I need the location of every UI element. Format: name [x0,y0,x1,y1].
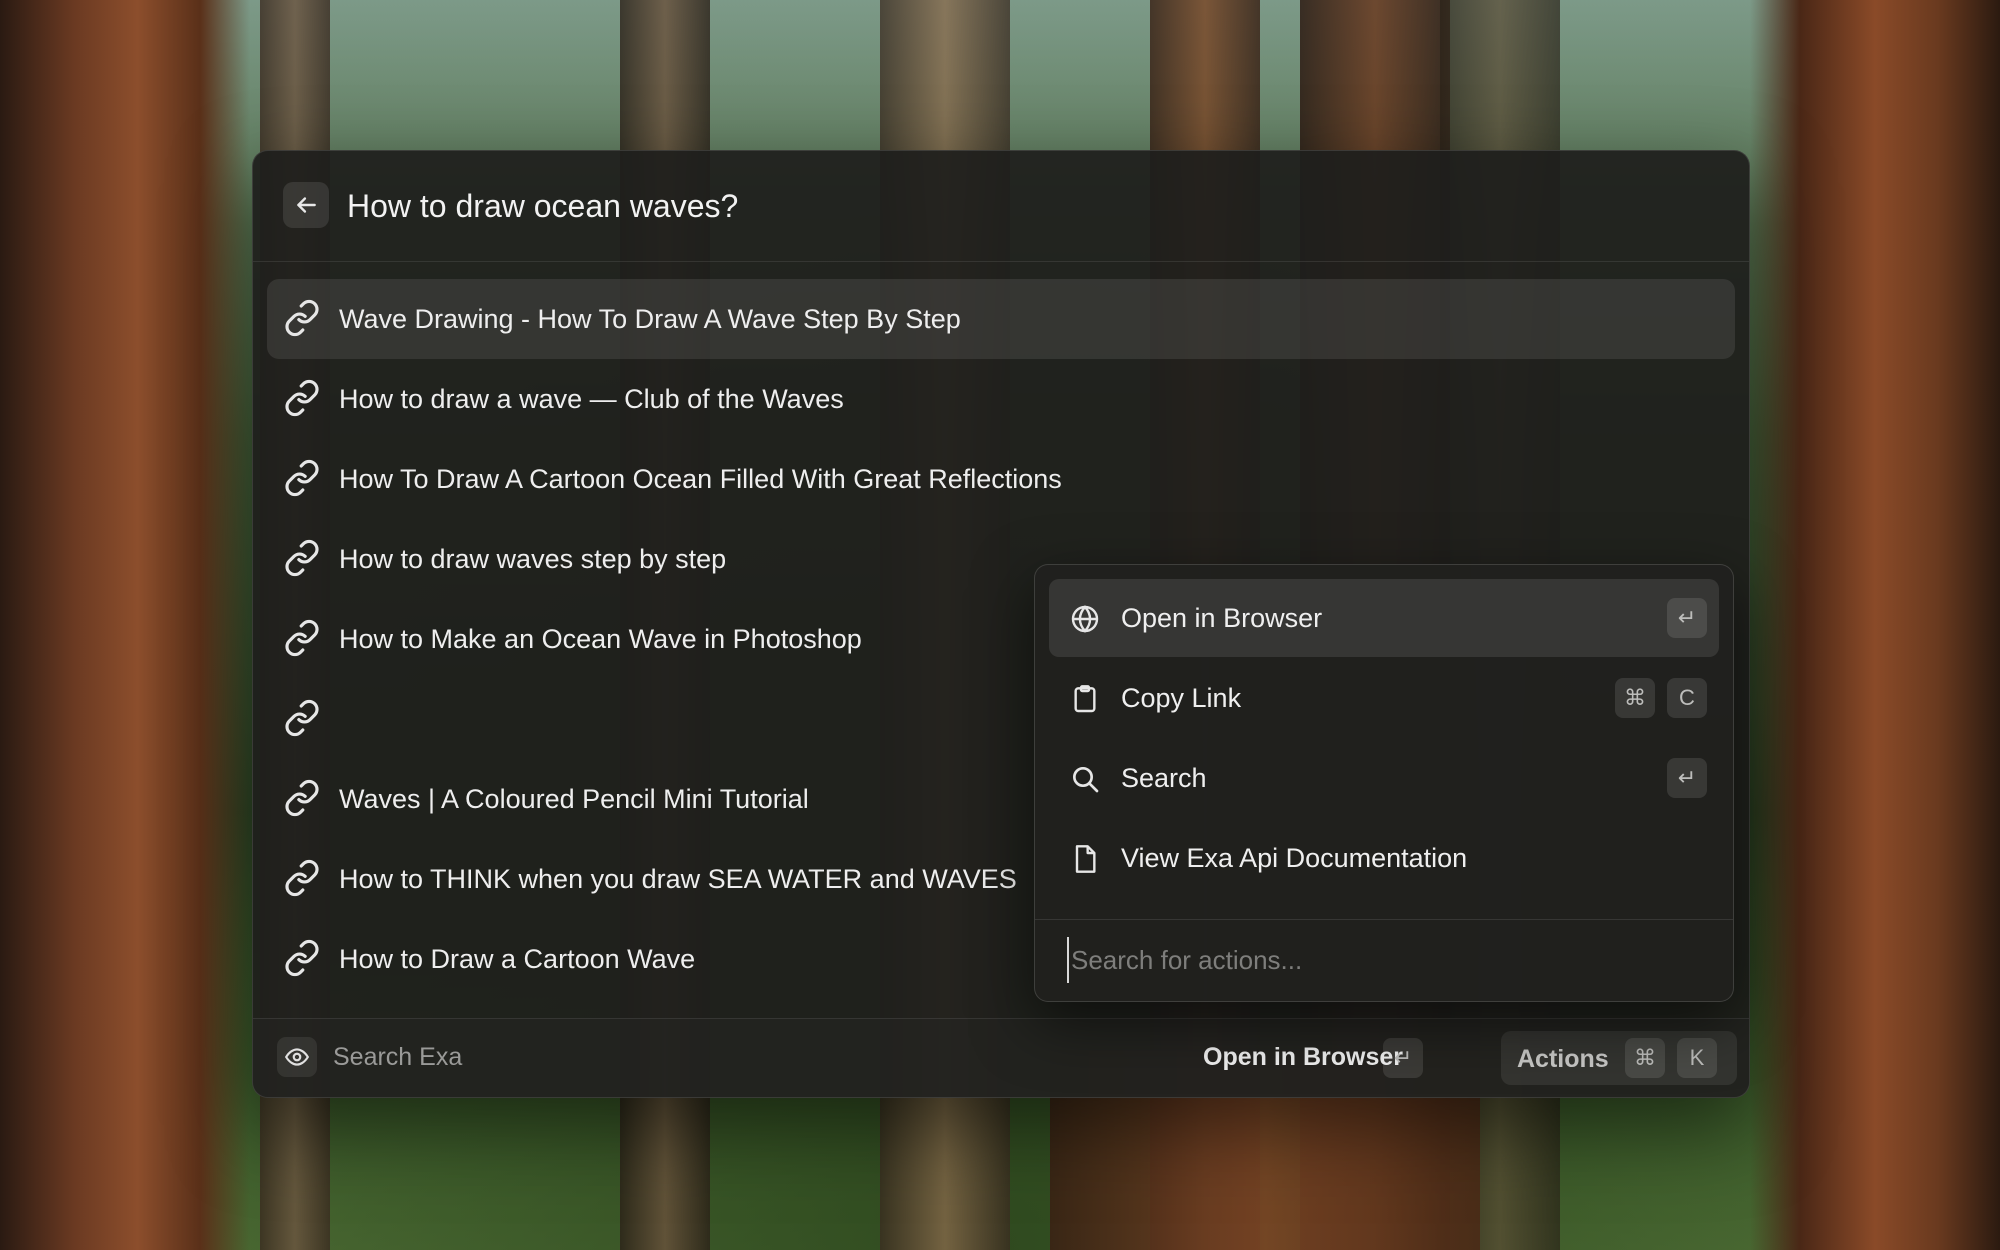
link-icon [283,539,321,579]
actions-button[interactable]: Actions ⌘ K [1501,1031,1737,1085]
link-icon [283,619,321,659]
actions-popover: Open in Browser ↵ Copy Link ⌘ C Search ↵ View E… [1034,564,1734,1002]
action-label: Copy Link [1121,683,1242,713]
shortcut-key: ⌘ [1615,678,1655,718]
document-icon [1069,843,1101,875]
action-bar: Search Exa Open in Browser ↵ Actions ⌘ K [253,1018,1749,1097]
action-search-input[interactable] [1067,937,1693,983]
action-open-in-browser[interactable]: Open in Browser ↵ [1049,579,1719,657]
actions-label: Actions [1517,1045,1609,1073]
divider [1035,919,1733,920]
action-label: Search [1121,763,1207,793]
result-title: How to THINK when you draw SEA WATER and… [339,863,1017,894]
search-icon [1069,763,1101,795]
search-header: How to draw ocean waves? [253,151,1749,262]
background-tree [1750,0,2000,1250]
result-title: How to draw waves step by step [339,543,727,574]
result-row[interactable]: Wave Drawing - How To Draw A Wave Step B… [267,279,1735,359]
extension-logo [277,1037,317,1077]
action-label: Open in Browser [1121,603,1323,633]
link-icon [283,779,321,819]
extension-title: Search Exa [333,1043,463,1071]
shortcut-key: ↵ [1667,758,1707,798]
primary-action-button[interactable]: Open in Browser [1203,1043,1403,1072]
result-title: How To Draw A Cartoon Ocean Filled With … [339,463,1062,494]
result-title: Waves | A Coloured Pencil Mini Tutorial [339,783,809,814]
background-tree [0,0,250,1250]
link-icon [283,459,321,499]
exa-eye-icon [284,1048,310,1066]
result-title: How to draw a wave — Club of the Waves [339,383,844,414]
result-title: Wave Drawing - How To Draw A Wave Step B… [339,303,961,334]
result-row[interactable]: How To Draw A Cartoon Ocean Filled With … [267,439,1735,519]
link-icon [283,939,321,979]
enter-key-hint: ↵ [1383,1038,1423,1078]
result-row[interactable]: How to draw a wave — Club of the Waves [267,359,1735,439]
result-title: How to Draw a Cartoon Wave [339,943,696,974]
back-button[interactable] [283,182,329,228]
action-copy-link[interactable]: Copy Link ⌘ C [1049,659,1719,737]
globe-icon [1069,603,1101,635]
shortcut-key: ↵ [1667,598,1707,638]
link-icon [283,699,321,739]
link-icon [283,379,321,419]
search-query[interactable]: How to draw ocean waves? [347,181,738,231]
action-label: View Exa Api Documentation [1121,843,1468,873]
action-search[interactable]: Search ↵ [1049,739,1719,817]
k-key-hint: K [1677,1038,1717,1078]
clipboard-icon [1069,683,1101,715]
shortcut-key: C [1667,678,1707,718]
action-view-exa-api-documentation[interactable]: View Exa Api Documentation [1049,819,1719,897]
link-icon [283,859,321,899]
result-title: How to Make an Ocean Wave in Photoshop [339,623,862,654]
link-icon [283,299,321,339]
command-key-hint: ⌘ [1625,1038,1665,1078]
arrow-left-icon [297,197,316,213]
